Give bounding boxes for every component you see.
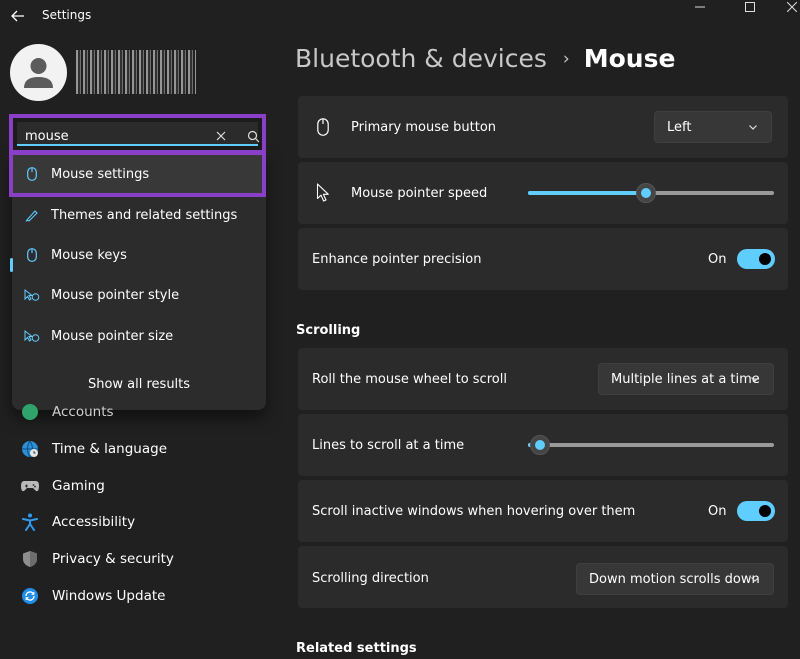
sidebar-item-label: Time & language: [52, 441, 168, 457]
sidebar-item-label: Accounts: [52, 404, 114, 420]
user-name-redacted: [76, 50, 196, 94]
pointer-speed-slider[interactable]: [528, 183, 774, 203]
search-highlight-frame: mouse: [9, 114, 266, 154]
search-input[interactable]: mouse: [17, 122, 260, 146]
sidebar-item-privacy-security[interactable]: Privacy & security: [20, 541, 174, 577]
mouse-pointer-speed-label: Mouse pointer speed: [351, 186, 488, 201]
mouse-pointer-speed-card: Mouse pointer speed: [298, 162, 788, 224]
close-icon: [787, 2, 797, 12]
user-icon: [24, 58, 53, 88]
highlight-frame: [9, 151, 266, 197]
sidebar-item-accounts[interactable]: Accounts: [20, 394, 114, 430]
close-window-button[interactable]: [768, 0, 800, 14]
clear-search-icon[interactable]: [214, 129, 228, 143]
accounts-icon: [20, 402, 40, 422]
sidebar-item-label: Windows Update: [52, 588, 166, 604]
lines-to-scroll-label: Lines to scroll at a time: [312, 438, 465, 453]
mouse-icon: [24, 247, 40, 263]
mouse-icon: [314, 117, 332, 137]
enhance-pointer-precision-toggle[interactable]: [737, 249, 775, 269]
scroll-inactive-windows-label: Scroll inactive windows when hovering ov…: [312, 504, 636, 519]
select-value: Left: [667, 119, 692, 135]
slider-thumb[interactable]: [530, 435, 550, 455]
select-value: Down motion scrolls down: [589, 571, 760, 587]
sidebar-item-time-language[interactable]: Time & language: [20, 431, 167, 467]
minimize-icon: [695, 6, 705, 8]
page-title: Mouse: [583, 44, 676, 73]
scroll-inactive-windows-card: Scroll inactive windows when hovering ov…: [298, 480, 788, 542]
search-result-pointer-style[interactable]: Mouse pointer style: [12, 275, 266, 315]
search-result-label: Mouse pointer size: [51, 328, 174, 344]
roll-wheel-label: Roll the mouse wheel to scroll: [312, 372, 507, 387]
primary-mouse-button-card: Primary mouse button Left: [298, 96, 788, 158]
scroll-inactive-windows-toggle[interactable]: [737, 501, 775, 521]
enhance-pointer-precision-card: Enhance pointer precision On: [298, 228, 788, 290]
maximize-button[interactable]: [726, 0, 774, 14]
sidebar-item-gaming[interactable]: Gaming: [20, 468, 105, 504]
shield-icon: [20, 549, 40, 569]
roll-wheel-card: Roll the mouse wheel to scroll Multiple …: [298, 348, 788, 410]
cursor-icon: [314, 183, 332, 203]
avatar[interactable]: [10, 44, 67, 101]
breadcrumb: Bluetooth & devices › Mouse: [295, 44, 675, 73]
title-bar: Settings: [0, 0, 800, 32]
primary-mouse-button-label: Primary mouse button: [351, 120, 497, 135]
slider-thumb[interactable]: [636, 183, 656, 203]
app-title: Settings: [42, 8, 92, 22]
search-result-pointer-size[interactable]: Mouse pointer size: [12, 316, 266, 356]
scrolling-direction-card: Scrolling direction Down motion scrolls …: [298, 546, 788, 608]
toggle-state-label: On: [708, 504, 727, 519]
chevron-down-icon: [751, 577, 759, 582]
gamepad-icon: [20, 476, 40, 496]
search-result-label: Themes and related settings: [51, 207, 238, 223]
scrolling-section-title: Scrolling: [296, 323, 361, 338]
search-result-label: Mouse pointer style: [51, 287, 180, 303]
search-result-themes[interactable]: Themes and related settings: [12, 195, 266, 235]
chevron-down-icon: [749, 125, 757, 130]
primary-mouse-button-select[interactable]: Left: [654, 111, 772, 143]
back-button[interactable]: [8, 6, 28, 26]
breadcrumb-separator: ›: [562, 48, 570, 69]
search-result-label: Mouse keys: [51, 247, 127, 263]
lines-to-scroll-slider[interactable]: [528, 435, 774, 455]
search-input-value: mouse: [25, 129, 69, 144]
lines-to-scroll-card: Lines to scroll at a time: [298, 414, 788, 476]
selected-nav-indicator: [10, 258, 13, 272]
globe-icon: [20, 439, 40, 459]
minimize-button[interactable]: [676, 0, 724, 14]
search-result-mouse-keys[interactable]: Mouse keys: [12, 235, 266, 275]
back-arrow-icon: [11, 10, 24, 22]
slider-fill: [528, 191, 646, 195]
show-all-results-link[interactable]: Show all results: [12, 377, 266, 392]
pen-icon: [24, 207, 40, 223]
sidebar-item-label: Privacy & security: [52, 551, 174, 567]
sidebar-item-label: Accessibility: [52, 514, 136, 530]
search-icon[interactable]: [247, 130, 260, 143]
roll-wheel-select[interactable]: Multiple lines at a time: [598, 363, 774, 395]
accessibility-icon: [20, 512, 40, 532]
select-value: Multiple lines at a time: [611, 371, 760, 387]
related-settings-title: Related settings: [296, 641, 417, 656]
maximize-icon: [745, 2, 755, 12]
pointer-icon: [24, 287, 40, 303]
chevron-down-icon: [751, 377, 759, 382]
breadcrumb-parent[interactable]: Bluetooth & devices: [295, 44, 547, 73]
sidebar-item-label: Gaming: [52, 478, 105, 494]
update-icon: [20, 586, 40, 606]
scrolling-direction-label: Scrolling direction: [312, 571, 429, 586]
enhance-pointer-precision-label: Enhance pointer precision: [312, 252, 482, 267]
scrolling-direction-select[interactable]: Down motion scrolls down: [576, 563, 774, 595]
sidebar-item-windows-update[interactable]: Windows Update: [20, 578, 165, 614]
sidebar-item-accessibility[interactable]: Accessibility: [20, 504, 135, 540]
pointer-icon: [24, 328, 40, 344]
toggle-state-label: On: [708, 252, 727, 267]
